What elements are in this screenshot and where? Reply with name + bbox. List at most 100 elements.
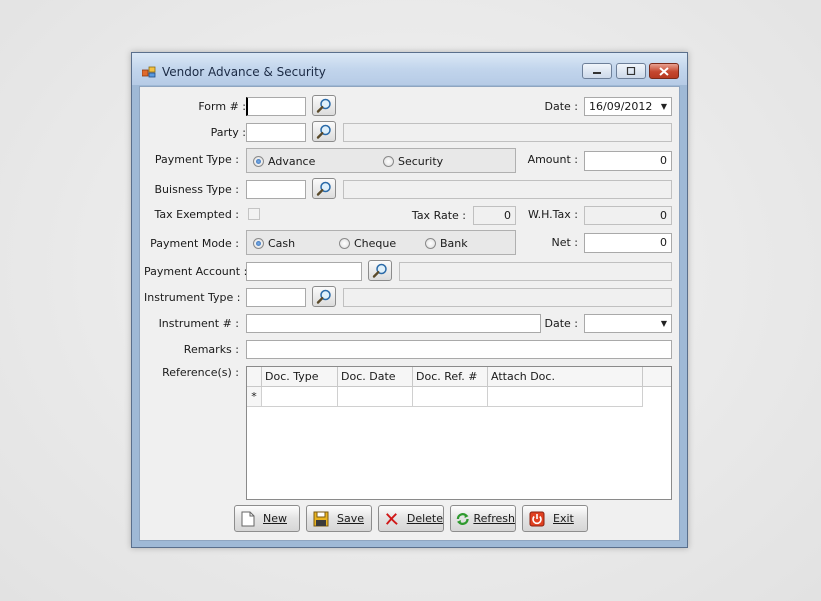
new-row-attach-doc-cell[interactable] [488,387,643,407]
green-arrows-icon [456,512,469,525]
chevron-down-icon[interactable]: ▼ [661,102,667,111]
remarks-label: Remarks : [183,343,239,356]
minimize-button[interactable] [582,63,612,79]
wh-tax-field: 0 [584,206,672,225]
new-row-doc-type-cell[interactable] [262,387,338,407]
instrument-date-label: Date : [544,317,579,330]
search-icon [316,289,331,304]
net-label: Net : [551,236,578,249]
instrument-type-input[interactable] [246,288,306,307]
new-row-doc-ref-cell[interactable] [413,387,488,407]
radio-cash-circle[interactable] [253,238,264,249]
tax-rate-label: Tax Rate : [411,209,466,222]
radio-cash[interactable]: Cash [253,237,295,250]
column-header-attach-doc[interactable]: Attach Doc. [488,367,643,387]
red-x-icon [385,512,398,525]
party-label: Party : [210,126,246,139]
payment-account-search-button[interactable] [368,260,392,281]
radio-security[interactable]: Security [383,155,443,168]
party-input[interactable] [246,123,306,142]
search-icon [316,181,331,196]
payment-mode-group: Cash Cheque Bank [246,230,516,255]
app-icon [142,66,156,78]
search-icon [316,98,331,113]
refresh-button-label: Refresh [473,512,515,525]
radio-bank-label: Bank [440,237,468,250]
instrument-type-search-button[interactable] [312,286,336,307]
references-grid[interactable]: Doc. Type Doc. Date Doc. Ref. # Attach D… [246,366,672,500]
save-button[interactable]: Save [306,505,372,532]
radio-bank[interactable]: Bank [425,237,468,250]
radio-advance-label: Advance [268,155,316,168]
radio-bank-circle[interactable] [425,238,436,249]
grid-header-filler [643,367,671,387]
party-search-button[interactable] [312,121,336,142]
close-button[interactable] [649,63,679,79]
payment-account-label: Payment Account : [144,265,248,278]
business-type-label: Buisness Type : [154,183,239,196]
date-picker[interactable]: 16/09/2012 ▼ [584,97,672,116]
new-row-doc-date-cell[interactable] [338,387,413,407]
chevron-down-icon[interactable]: ▼ [661,319,667,328]
radio-advance-circle[interactable] [253,156,264,167]
tax-rate-field: 0 [473,206,516,225]
payment-type-group: Advance Security [246,148,516,173]
tax-exempted-label: Tax Exempted : [154,208,240,221]
radio-cheque-circle[interactable] [339,238,350,249]
save-button-label: Save [337,512,365,525]
power-icon [529,511,545,526]
column-header-doc-ref[interactable]: Doc. Ref. # [413,367,488,387]
business-type-name-field [343,180,672,199]
floppy-icon [313,511,329,526]
radio-cash-label: Cash [268,237,296,250]
instrument-type-name-field [343,288,672,307]
payment-type-label: Payment Type : [154,153,239,166]
payment-account-input[interactable] [246,262,362,281]
date-value: 16/09/2012 [589,100,653,113]
maximize-icon [626,67,636,75]
business-type-input[interactable] [246,180,306,199]
radio-cheque[interactable]: Cheque [339,237,396,250]
tax-exempted-checkbox[interactable] [248,208,260,220]
new-row-marker: * [247,387,262,407]
radio-security-circle[interactable] [383,156,394,167]
search-icon [372,263,387,278]
new-button[interactable]: New [234,505,300,532]
business-type-search-button[interactable] [312,178,336,199]
delete-button[interactable]: Delete [378,505,444,532]
instrument-no-input[interactable] [246,314,541,333]
instrument-no-label: Instrument # : [158,317,239,330]
new-button-label: New [263,512,287,525]
radio-advance[interactable]: Advance [253,155,315,168]
title-bar[interactable]: Vendor Advance & Security [132,53,687,85]
date-label: Date : [544,100,579,113]
document-icon [241,511,255,526]
form-no-search-button[interactable] [312,95,336,116]
minimize-icon [593,72,601,74]
search-icon [316,124,331,139]
form-client-area: Form # : Date : 16/09/2012 ▼ Party : Pay… [139,86,680,541]
column-header-doc-type[interactable]: Doc. Type [262,367,338,387]
exit-button-label: Exit [553,512,574,525]
refresh-button[interactable]: Refresh [450,505,516,532]
radio-security-label: Security [398,155,444,168]
window-title: Vendor Advance & Security [162,65,326,79]
vendor-advance-window: Vendor Advance & Security Form # : Date … [131,52,688,548]
form-no-input[interactable] [246,97,306,116]
references-label: Reference(s) : [162,366,239,379]
payment-mode-label: Payment Mode : [150,237,239,250]
delete-button-label: Delete [406,512,443,525]
net-input[interactable]: 0 [584,233,672,253]
form-no-label: Form # : [198,100,246,113]
column-header-doc-date[interactable]: Doc. Date [338,367,413,387]
close-icon [659,66,669,76]
grid-corner-header [247,367,262,387]
amount-input[interactable]: 0 [584,151,672,171]
payment-account-name-field [399,262,672,281]
maximize-button[interactable] [616,63,646,79]
exit-button[interactable]: Exit [522,505,588,532]
instrument-type-label: Instrument Type : [144,291,241,304]
remarks-input[interactable] [246,340,672,359]
instrument-date-picker[interactable]: ▼ [584,314,672,333]
wh-tax-label: W.H.Tax : [527,208,578,221]
